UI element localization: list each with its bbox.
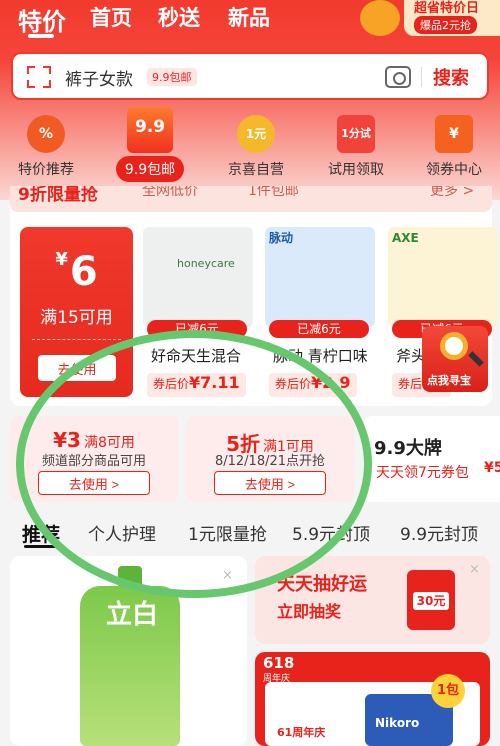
- camera-icon[interactable]: [385, 66, 411, 88]
- deal-title: 9折限量抢: [18, 186, 98, 205]
- coupon-card-3yuan[interactable]: ¥3 满8可用 频道部分商品可用 去使用 >: [10, 416, 178, 502]
- magnifier-handle: [468, 351, 484, 367]
- promo-banner[interactable]: 超省特价日 爆品2元抢: [352, 0, 500, 38]
- category-label: 9.9包邮: [115, 156, 185, 182]
- product-card[interactable]: 脉动 已减6元 脉动 青柠口味 券后价¥2.9: [265, 227, 375, 397]
- coupon-use-button[interactable]: 去使用: [38, 355, 116, 381]
- bottle-cap: [118, 566, 142, 588]
- pack-count-badge: 1包: [431, 674, 465, 708]
- tab-9-9-fengding[interactable]: 9.9元封顶: [400, 520, 478, 545]
- brand-title: 9.9大牌: [374, 438, 442, 459]
- promo-line2: 爆品2元抢: [414, 16, 477, 34]
- brand-price: ¥5.: [484, 460, 500, 476]
- category-shiyong-lingqu[interactable]: 1分试 试用领取: [310, 115, 402, 185]
- close-icon[interactable]: ×: [469, 562, 480, 577]
- lottery-card[interactable]: 天天抽好运 立即抽奖 30元 ×: [255, 556, 490, 644]
- content-tab-bar: 推荐 个人护理 1元限量抢 5.9元封顶 9.9元封顶: [0, 512, 500, 556]
- product-feed-card[interactable]: × 立白: [10, 556, 247, 746]
- treasure-label: 点我寻宝: [427, 374, 471, 387]
- category-tejia-tuijian[interactable]: % 特价推荐: [0, 115, 92, 185]
- brand-promo-card[interactable]: 9.9大牌 天天领7元券包 ¥5.: [364, 416, 500, 502]
- tab-miaosong[interactable]: 秒送: [158, 2, 200, 32]
- search-tag: 9.9包邮: [147, 68, 197, 86]
- close-icon[interactable]: ×: [222, 568, 233, 583]
- category-label: 京喜自营: [228, 162, 284, 178]
- tab-xinpin[interactable]: 新品: [228, 2, 270, 32]
- discount-ribbon: 已减6元: [147, 320, 247, 338]
- active-tab-indicator: [24, 545, 64, 548]
- category-jingxi-ziying[interactable]: 1元 京喜自营: [210, 115, 302, 185]
- tab-tuijian[interactable]: 推荐: [22, 520, 60, 547]
- coupon-desc: 8/12/18/21点开抢: [214, 454, 326, 469]
- search-bar[interactable]: 裤子女款 9.9包邮 搜索: [11, 52, 489, 100]
- tab-geren-huli[interactable]: 个人护理: [88, 520, 156, 545]
- lottery-button[interactable]: 立即抽奖: [277, 598, 341, 622]
- app-root: 特价 首页 秒送 新品 超省特价日 爆品2元抢 裤子女款 9.9包邮 搜索 % …: [0, 0, 500, 746]
- scan-icon[interactable]: [27, 66, 51, 88]
- tab-5-9-fengding[interactable]: 5.9元封顶: [292, 520, 370, 545]
- category-label: 特价推荐: [18, 162, 74, 178]
- tab-1yuan-xianliang[interactable]: 1元限量抢: [188, 520, 267, 545]
- product-price: 券后价¥7.11: [147, 373, 246, 397]
- coupon-use-button[interactable]: 去使用 >: [214, 471, 326, 495]
- deal-subtitle: 全网低价: [142, 186, 198, 199]
- detergent-bottle-image: 立白: [80, 566, 180, 746]
- deal-tag: 1件包邮: [248, 186, 299, 199]
- product-card[interactable]: honeycare 已减6元 好命天生混合 券后价¥7.11: [143, 227, 253, 397]
- coupon-divider: [32, 339, 121, 340]
- coupon-use-button[interactable]: 去使用 >: [38, 471, 150, 495]
- pack-brand: Nikoro: [375, 716, 420, 730]
- search-input[interactable]: 裤子女款: [65, 65, 133, 90]
- mascot-icon: [360, 0, 400, 36]
- category-9-9-baoyou[interactable]: 9.9 9.9包邮: [104, 107, 196, 185]
- gift-box-icon: 9.9: [127, 107, 173, 153]
- coupon-card[interactable]: ¥6 满15可用 去使用: [20, 227, 133, 397]
- treasure-hunt-button[interactable]: 点我寻宝: [422, 326, 488, 392]
- product-brand-label: 立白: [106, 600, 159, 630]
- discount-ribbon: 已减6元: [269, 320, 369, 338]
- active-tab-indicator: [28, 34, 54, 38]
- category-lingquan-zhongxin[interactable]: ¥ 领券中心: [408, 115, 500, 185]
- prize-amount: 30元: [413, 592, 449, 610]
- product-image: AXE: [388, 227, 498, 327]
- brand-subtitle: 天天领7元券包: [376, 465, 469, 481]
- product-price: 券后价¥2.9: [269, 373, 357, 397]
- percent-flame-icon: %: [27, 115, 65, 153]
- magnifier-icon: [440, 332, 468, 360]
- anniversary-card[interactable]: 618 周年庆 61周年庆 Nikoro 1包: [255, 652, 490, 746]
- search-button[interactable]: 搜索: [433, 64, 469, 90]
- coupon-condition: 满15可用: [40, 308, 113, 328]
- gift-bag-icon: 1分试: [337, 115, 375, 153]
- product-image: honeycare: [143, 227, 253, 327]
- anniversary-title: 618: [263, 654, 295, 672]
- coupon-desc: 频道部分商品可用: [41, 454, 146, 469]
- coupon-icon: ¥: [435, 115, 473, 153]
- anniversary-label: 61周年庆: [277, 726, 326, 739]
- search-divider: [421, 67, 422, 87]
- product-image: 脉动: [265, 227, 375, 327]
- promo-line1: 超省特价日: [414, 1, 480, 16]
- deal-header: 9折限量抢 全网低价 1件包邮 更多 >: [10, 186, 492, 212]
- product-name: 好命天生混合: [151, 347, 242, 365]
- tab-tejia[interactable]: 特价: [18, 2, 66, 37]
- coupon-amount: ¥6: [55, 249, 98, 295]
- red-envelope-icon: 30元: [407, 570, 455, 630]
- category-label: 试用领取: [328, 162, 384, 178]
- deal-more-link[interactable]: 更多 >: [430, 186, 474, 200]
- lottery-title: 天天抽好运: [277, 574, 367, 595]
- coin-icon: 1元: [237, 115, 275, 153]
- coupon-card-5zhe[interactable]: 5折 满1可用 8/12/18/21点开抢 去使用 >: [186, 416, 354, 502]
- category-label: 领券中心: [426, 162, 482, 178]
- coupon-amount: ¥3 满8可用: [53, 428, 135, 452]
- tab-shouye[interactable]: 首页: [90, 2, 132, 32]
- product-name: 脉动 青柠口味: [273, 347, 368, 365]
